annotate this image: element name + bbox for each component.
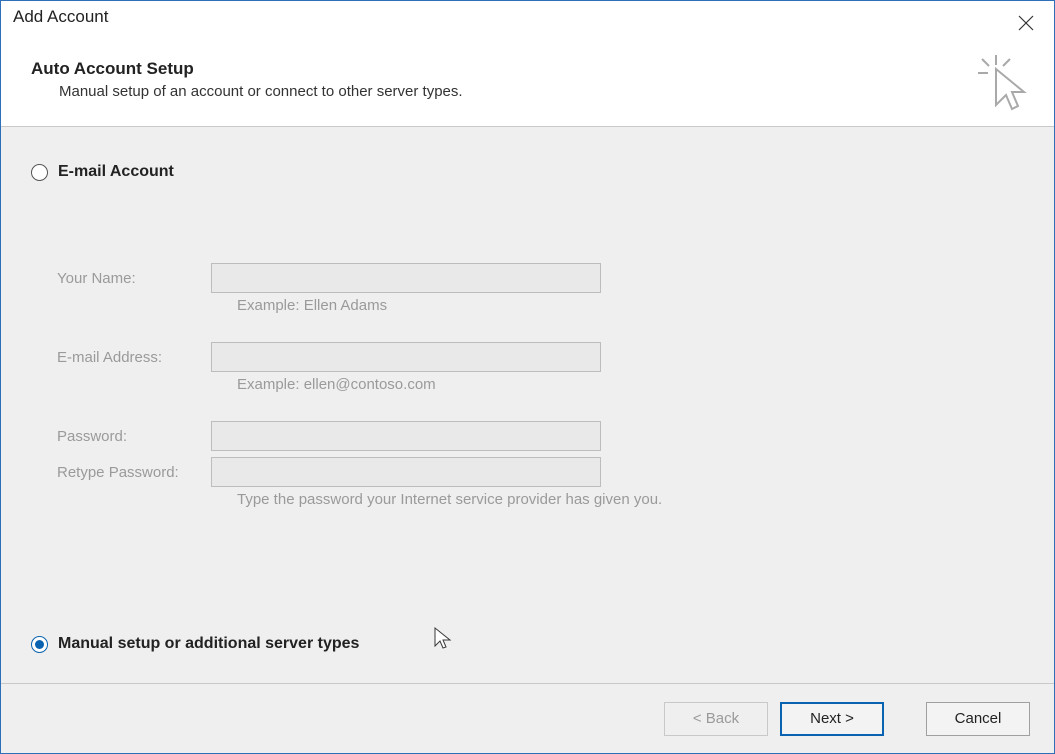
radio-manual-setup-label: Manual setup or additional server types: [58, 635, 359, 653]
wizard-footer: < Back Next > Cancel: [1, 683, 1054, 753]
mouse-cursor-icon: [433, 626, 453, 655]
email-label: E-mail Address:: [57, 349, 211, 366]
retype-password-label: Retype Password:: [57, 464, 211, 481]
password-label: Password:: [57, 428, 211, 445]
header-title: Auto Account Setup: [31, 59, 1024, 79]
close-icon: [1018, 15, 1034, 31]
name-label: Your Name:: [57, 270, 211, 287]
click-cursor-icon: [978, 55, 1030, 120]
email-input: [211, 342, 601, 372]
add-account-wizard: Add Account Auto Account Setup Manual se…: [0, 0, 1055, 754]
close-button[interactable]: [1006, 7, 1046, 39]
radio-icon: [31, 636, 48, 653]
password-hint: Type the password your Internet service …: [237, 491, 1024, 508]
email-hint: Example: ellen@contoso.com: [237, 376, 1024, 393]
radio-email-account[interactable]: E-mail Account: [31, 163, 1024, 181]
name-hint: Example: Ellen Adams: [237, 297, 1024, 314]
back-button: < Back: [664, 702, 768, 736]
password-input: [211, 421, 601, 451]
radio-icon: [31, 164, 48, 181]
radio-email-account-label: E-mail Account: [58, 163, 174, 181]
title-bar: Add Account: [1, 1, 1054, 41]
cancel-button[interactable]: Cancel: [926, 702, 1030, 736]
name-input: [211, 263, 601, 293]
header-subtitle: Manual setup of an account or connect to…: [31, 83, 1024, 100]
radio-manual-setup[interactable]: Manual setup or additional server types: [31, 635, 359, 653]
wizard-body: E-mail Account Your Name: Example: Ellen…: [1, 127, 1054, 683]
next-button[interactable]: Next >: [780, 702, 884, 736]
wizard-header: Auto Account Setup Manual setup of an ac…: [1, 41, 1054, 127]
email-form: Your Name: Example: Ellen Adams E-mail A…: [31, 261, 1024, 508]
retype-password-input: [211, 457, 601, 487]
window-title: Add Account: [13, 7, 108, 27]
